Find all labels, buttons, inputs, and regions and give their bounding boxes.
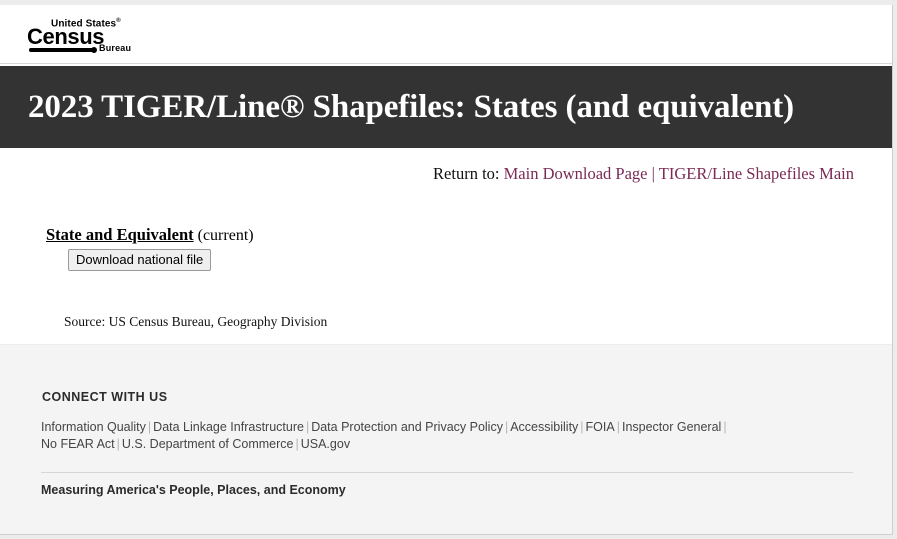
us-census-bureau-logo[interactable]: United States® Census Bureau: [27, 16, 131, 54]
footer-link-inspector-general[interactable]: Inspector General: [622, 420, 721, 434]
footer-link-usa-gov[interactable]: USA.gov: [301, 437, 350, 451]
footer-links-row-1: Information Quality | Data Linkage Infrast…: [41, 420, 729, 434]
main-content: State and Equivalent (current) Download …: [0, 184, 892, 330]
return-to-bar: Return to: Main Download Page | TIGER/Li…: [0, 148, 892, 184]
footer-links: Information Quality | Data Linkage Infrast…: [41, 419, 841, 453]
logo-census-text: Census: [27, 24, 105, 49]
footer-divider: [41, 472, 853, 473]
tiger-line-shapefiles-main-link[interactable]: TIGER/Line Shapefiles Main: [659, 164, 854, 183]
download-button-row: Download national file: [46, 245, 892, 271]
source-note: Source: US Census Bureau, Geography Divi…: [64, 314, 328, 329]
footer-link-separator: |: [616, 420, 620, 434]
footer-link-us-department-of-commerce[interactable]: U.S. Department of Commerce: [122, 437, 294, 451]
logo-bar-dot: [91, 47, 97, 53]
footer-link-foia[interactable]: FOIA: [586, 420, 615, 434]
page-viewport: United States® Census Bureau 2023 TIGER/…: [0, 5, 893, 535]
download-national-file-button[interactable]: Download national file: [68, 249, 212, 271]
footer-link-information-quality[interactable]: Information Quality: [41, 420, 146, 434]
entity-heading: State and Equivalent (current): [46, 226, 892, 245]
footer-links-row-2: No FEAR Act | U.S. Department of Commerce |…: [41, 437, 350, 451]
footer-link-separator: |: [116, 437, 120, 451]
site-masthead: United States® Census Bureau: [0, 5, 892, 63]
footer-link-separator: |: [295, 437, 299, 451]
connect-with-us-heading: CONNECT WITH US: [42, 390, 168, 404]
footer-link-data-protection-and-privacy-policy[interactable]: Data Protection and Privacy Policy: [311, 420, 503, 434]
page-title-banner: 2023 TIGER/Line® Shapefiles: States (and…: [0, 66, 892, 148]
logo-underline-bar: [29, 48, 95, 52]
page-title: 2023 TIGER/Line® Shapefiles: States (and…: [28, 88, 795, 125]
footer-link-accessibility[interactable]: Accessibility: [510, 420, 578, 434]
site-footer: CONNECT WITH US Information Quality | Data…: [0, 344, 892, 534]
entity-name-label: State and Equivalent: [46, 225, 194, 244]
footer-link-data-linkage-infrastructure[interactable]: Data Linkage Infrastructure: [153, 420, 304, 434]
return-link-separator: |: [651, 164, 655, 183]
registered-mark-icon: ®: [116, 18, 121, 24]
logo-bureau-text: Bureau: [99, 43, 132, 53]
footer-link-separator: |: [580, 420, 584, 434]
main-download-page-link[interactable]: Main Download Page: [504, 164, 648, 183]
footer-tagline: Measuring America's People, Places, and …: [41, 483, 346, 497]
entity-state-label: (current): [197, 227, 254, 244]
browser-window: United States® Census Bureau 2023 TIGER/…: [0, 0, 897, 539]
footer-link-no-fear-act[interactable]: No FEAR Act: [41, 437, 115, 451]
return-to-label: Return to:: [433, 164, 500, 183]
footer-link-separator: |: [723, 420, 727, 434]
